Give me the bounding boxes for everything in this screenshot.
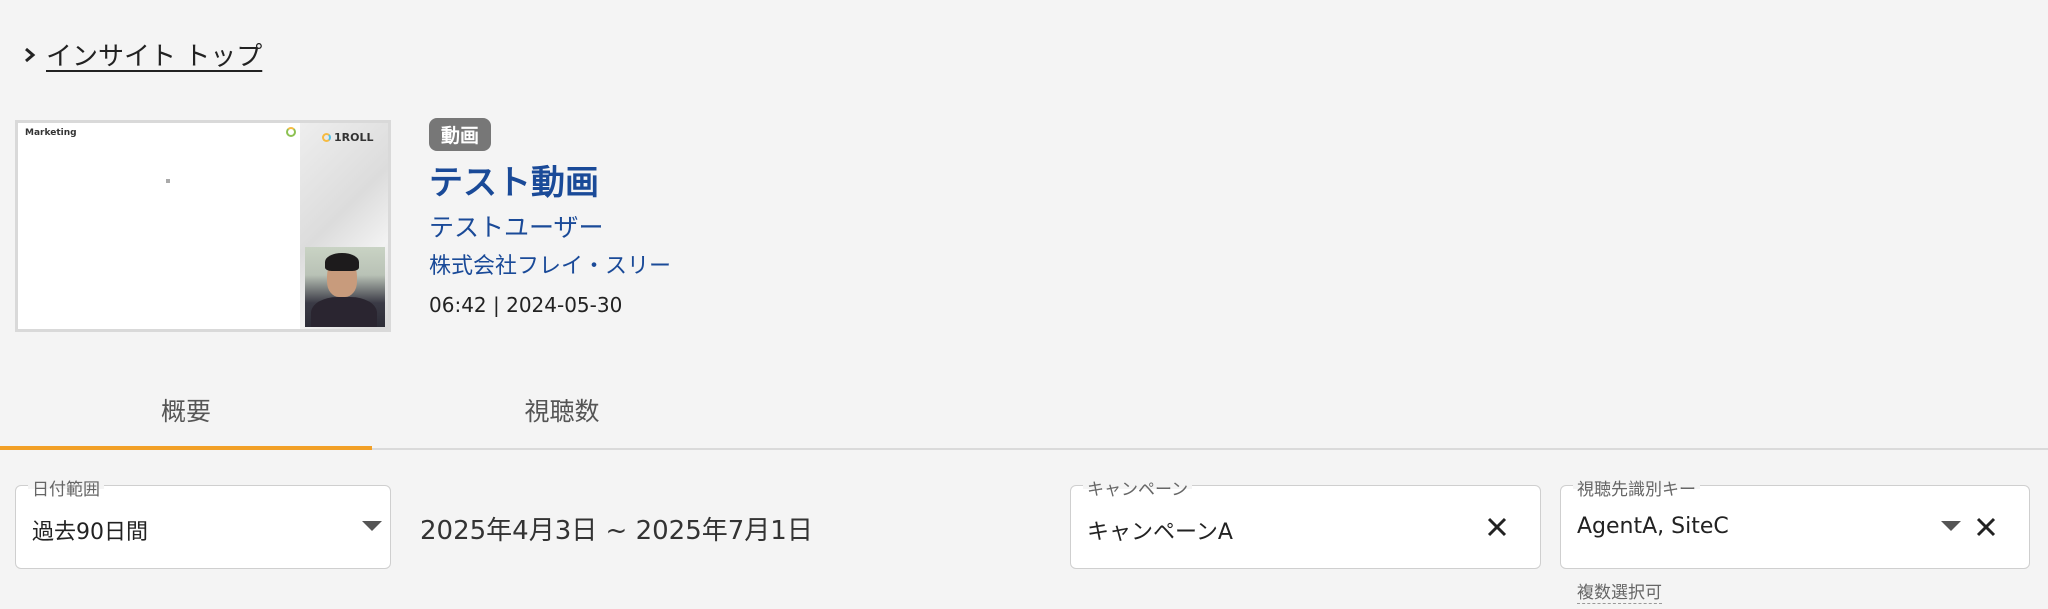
video-thumbnail[interactable]: Marketing 1ROLL (15, 120, 391, 332)
date-range-text: 2025年4月3日 ~ 2025年7月1日 (420, 516, 813, 546)
viewer-key-label: 視聴先識別キー (1573, 475, 1700, 500)
brand-logo: 1ROLL (322, 131, 374, 144)
brand-logo-icon (322, 133, 331, 142)
cursor-icon (166, 179, 170, 183)
video-meta: 06:42 | 2024-05-30 (429, 293, 623, 317)
multi-select-hint: 複数選択可 (1577, 578, 1662, 604)
tab-bar: 概要 視聴数 (0, 372, 2048, 450)
close-icon[interactable] (1482, 512, 1512, 542)
caret-down-icon[interactable] (362, 521, 382, 531)
date-range-value: 過去90日間 (32, 520, 148, 545)
date-range-label: 日付範囲 (28, 475, 104, 500)
tab-views[interactable]: 視聴数 (376, 372, 748, 448)
date-range-select[interactable]: 日付範囲 過去90日間 (15, 475, 391, 569)
campaign-label: キャンペーン (1083, 475, 1193, 500)
viewer-key-select[interactable]: 視聴先識別キー AgentA, SiteC (1560, 475, 2030, 569)
video-title[interactable]: テスト動画 (429, 161, 671, 205)
video-company[interactable]: 株式会社フレイ・スリー (429, 251, 671, 283)
video-user[interactable]: テストユーザー (429, 211, 671, 245)
video-info: 動画 テスト動画 テストユーザー 株式会社フレイ・スリー 06:42 | 202… (429, 118, 671, 319)
thumbnail-side-panel: 1ROLL (300, 123, 388, 329)
brand-name: 1ROLL (334, 131, 374, 144)
caret-down-icon[interactable] (1941, 521, 1961, 531)
chevron-right-icon (25, 47, 36, 62)
breadcrumb-link-insight-top[interactable]: インサイト トップ (46, 36, 262, 73)
campaign-value: キャンペーンA (1087, 520, 1233, 545)
insight-video-page: インサイト トップ Marketing 1ROLL 動画 テスト動画 テストユー… (0, 0, 2048, 609)
close-icon[interactable] (1971, 512, 2001, 542)
presenter-camera (305, 247, 385, 327)
content-type-badge: 動画 (429, 118, 492, 151)
slide-logo-icon (286, 127, 296, 137)
campaign-select[interactable]: キャンペーン キャンペーンA (1070, 475, 1541, 569)
thumbnail-slide-title: Marketing (25, 128, 77, 138)
breadcrumb: インサイト トップ (22, 36, 262, 73)
viewer-key-value: AgentA, SiteC (1577, 514, 1729, 539)
thumbnail-slide: Marketing (18, 123, 300, 329)
tab-overview[interactable]: 概要 (0, 372, 372, 450)
